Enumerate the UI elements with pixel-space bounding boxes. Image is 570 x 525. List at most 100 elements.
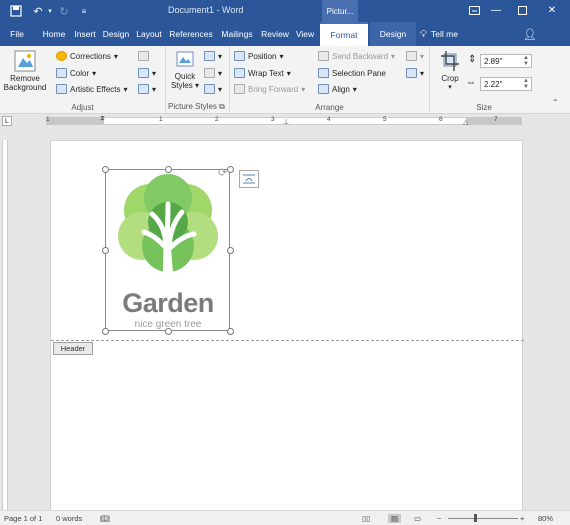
minimize-icon[interactable]: — — [486, 2, 506, 18]
remove-background-icon — [14, 50, 36, 72]
group-objects-icon — [406, 51, 417, 61]
horizontal-ruler[interactable]: L 1 1 2 3 4 5 6 7 ⧗ ⊥ △ — [0, 114, 570, 128]
bring-forward-icon — [234, 84, 245, 94]
resize-handle[interactable] — [165, 166, 172, 173]
picture-border-button[interactable]: ▾ — [204, 51, 222, 61]
ribbon: Remove Background Corrections ▾ Color ▾ Ar… — [0, 46, 570, 114]
proofing-icon[interactable]: 📖︎ — [100, 514, 110, 523]
tab-mailings[interactable]: Mailings — [217, 22, 257, 46]
tab-format[interactable]: Format — [320, 22, 368, 46]
document-page[interactable]: ⟳ Garden nice green tree Header — [50, 140, 524, 512]
resize-handle[interactable] — [227, 247, 234, 254]
close-icon[interactable]: ✕ — [542, 2, 562, 18]
zoom-in-button[interactable]: + — [520, 514, 524, 523]
print-layout-icon[interactable]: ▤ — [388, 514, 402, 523]
align-button[interactable]: Align ▾ — [318, 84, 357, 94]
picture-layout-button[interactable]: ▾ — [204, 84, 222, 94]
tab-stop-icon[interactable]: ⊥ — [283, 118, 289, 126]
group-adjust: Remove Background Corrections ▾ Color ▾ Ar… — [0, 46, 166, 114]
rotate-button[interactable]: ▾ — [406, 68, 424, 78]
bring-forward-label: Bring Forward — [248, 84, 299, 94]
indent-marker-icon[interactable]: ⧗ — [100, 115, 105, 123]
tab-selector-icon[interactable]: L — [2, 116, 12, 126]
align-icon — [318, 84, 329, 94]
resize-handle[interactable] — [102, 247, 109, 254]
tab-references[interactable]: References — [167, 22, 215, 46]
size-group-label: Size — [476, 103, 492, 112]
resize-handle[interactable] — [227, 328, 234, 335]
save-icon[interactable] — [8, 3, 24, 19]
group-objects-button[interactable]: ▾ — [406, 51, 424, 61]
selection-pane-button[interactable]: Selection Pane — [318, 68, 386, 78]
vertical-ruler-strip — [2, 140, 8, 510]
tab-review[interactable]: Review — [258, 22, 292, 46]
corrections-button[interactable]: Corrections ▾ — [56, 51, 118, 61]
dialog-launcher-icon[interactable]: ⧉ — [219, 102, 225, 111]
reset-picture-button[interactable]: ▾ — [138, 84, 156, 94]
artistic-effects-button[interactable]: Artistic Effects ▾ — [56, 84, 128, 94]
ruler-mark: 7 — [494, 116, 498, 123]
tab-home[interactable]: Home — [38, 22, 70, 46]
compress-pictures-icon — [138, 51, 149, 61]
color-button[interactable]: Color ▾ — [56, 68, 96, 78]
customize-qat-icon[interactable]: ≡ — [76, 3, 92, 19]
collapse-ribbon-icon[interactable]: ⌃ — [552, 98, 559, 107]
maximize-icon[interactable] — [512, 2, 532, 18]
redo-icon[interactable]: ↻ — [56, 3, 72, 19]
compress-pictures-button[interactable] — [138, 51, 149, 61]
send-backward-button[interactable]: Send Backward ▾ — [318, 51, 395, 61]
send-backward-icon — [318, 51, 329, 61]
remove-background-button[interactable]: Remove Background — [2, 48, 48, 98]
ruler-left-margin — [46, 117, 104, 125]
color-icon — [56, 68, 67, 78]
tell-me-search[interactable]: 💡︎ Tell me — [420, 22, 472, 46]
selection-pane-icon — [318, 68, 329, 78]
corrections-label: Corrections — [70, 51, 111, 61]
header-tag[interactable]: Header — [53, 342, 93, 355]
tab-picture-design[interactable]: Design — [370, 22, 416, 46]
tab-file[interactable]: File — [2, 22, 32, 46]
resize-handle[interactable] — [227, 166, 234, 173]
send-backward-label: Send Backward — [332, 51, 389, 61]
shape-height-input[interactable]: 2.89" ▲ ▼ — [480, 54, 532, 68]
ruler-mark: 6 — [439, 116, 443, 123]
resize-handle[interactable] — [102, 328, 109, 335]
tell-me-label: Tell me — [431, 29, 458, 39]
position-label: Position — [248, 51, 277, 61]
tab-layout[interactable]: Layout — [133, 22, 165, 46]
zoom-out-button[interactable]: − — [437, 514, 441, 523]
word-count[interactable]: 0 words — [56, 514, 82, 523]
header-boundary — [51, 340, 524, 341]
vertical-ruler[interactable] — [0, 128, 10, 510]
zoom-slider[interactable] — [448, 518, 518, 519]
account-icon[interactable]: 👤︎ — [520, 22, 540, 46]
picture-effects-button[interactable]: ▾ — [204, 68, 222, 78]
crop-icon — [441, 51, 459, 71]
web-layout-icon[interactable]: ▭ — [414, 514, 421, 523]
quick-styles-button[interactable]: Quick Styles ▾ — [168, 50, 202, 98]
page-count[interactable]: Page 1 of 1 — [4, 514, 42, 523]
crop-dropdown-icon: ▾ — [448, 84, 452, 91]
read-mode-icon[interactable]: ▯▯ — [362, 514, 370, 523]
garden-tree-logo — [118, 174, 218, 288]
bring-forward-button[interactable]: Bring Forward ▾ — [234, 84, 305, 94]
zoom-slider-thumb[interactable] — [474, 514, 477, 522]
change-picture-button[interactable]: ▾ — [138, 68, 156, 78]
right-indent-icon[interactable]: △ — [463, 118, 468, 126]
zoom-level[interactable]: 80% — [538, 514, 553, 523]
document-title: Document1 - Word — [168, 5, 244, 15]
tab-view[interactable]: View — [292, 22, 318, 46]
tab-insert[interactable]: Insert — [70, 22, 100, 46]
tab-design[interactable]: Design — [100, 22, 132, 46]
wrap-text-button[interactable]: Wrap Text ▾ — [234, 68, 291, 78]
logo-tagline: nice green tree — [134, 319, 202, 330]
resize-handle[interactable] — [102, 166, 109, 173]
ribbon-display-icon[interactable] — [464, 2, 484, 18]
position-button[interactable]: Position ▾ — [234, 51, 283, 61]
selected-picture[interactable]: ⟳ Garden nice green tree — [102, 166, 234, 335]
quick-styles-label-2: Styles ▾ — [170, 81, 200, 90]
layout-options-icon[interactable] — [239, 170, 259, 188]
shape-width-input[interactable]: 2.22" ▲ ▼ — [480, 77, 532, 91]
crop-button[interactable]: Crop ▾ — [436, 50, 464, 98]
status-bar: Page 1 of 1 0 words 📖︎ ▯▯ ▤ ▭ − + 80% — [0, 510, 570, 525]
